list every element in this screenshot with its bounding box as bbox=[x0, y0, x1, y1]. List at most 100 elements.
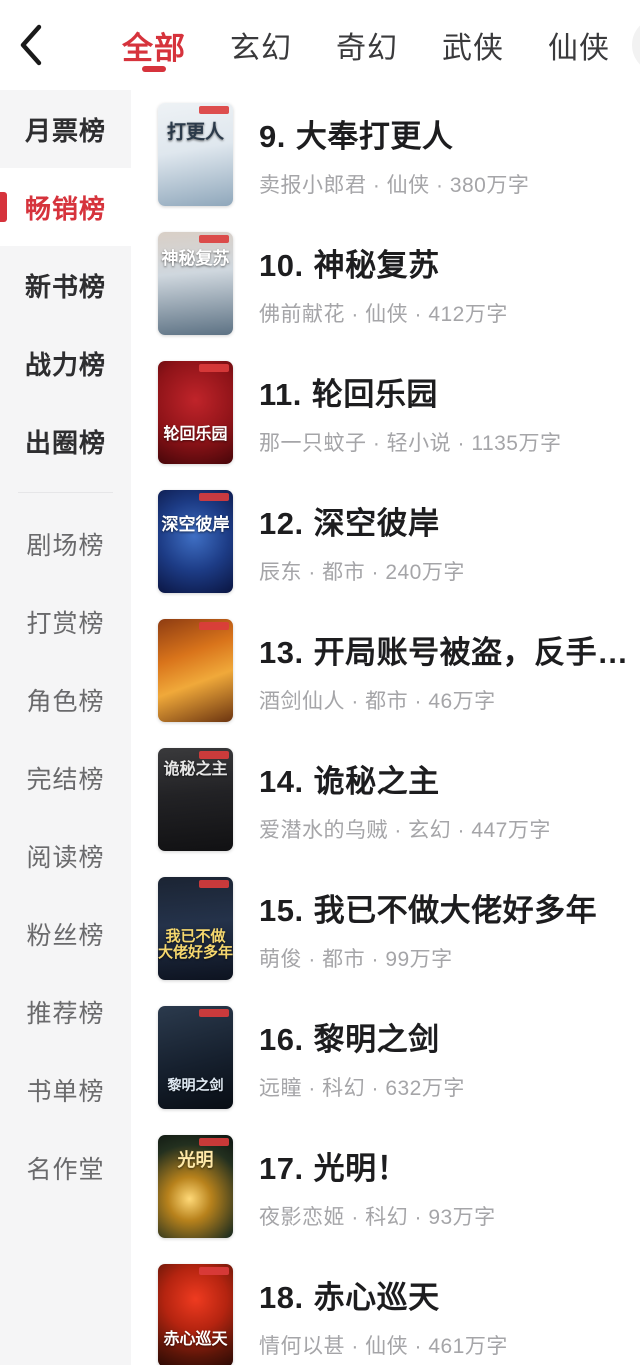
sidebar-item-label: 角色榜 bbox=[26, 682, 104, 718]
sidebar-item-label: 畅销榜 bbox=[25, 189, 106, 226]
sidebar-item-11[interactable]: 推荐榜 bbox=[0, 973, 131, 1051]
tab-label: 全部 bbox=[122, 23, 186, 68]
cover-logo-badge bbox=[199, 880, 229, 888]
cover-logo-badge bbox=[199, 1138, 229, 1146]
book-cover-image[interactable]: 赤心巡天 bbox=[158, 1264, 233, 1365]
book-cover-image[interactable]: 黎明之剑 bbox=[158, 1006, 233, 1109]
tab-label: 奇幻 bbox=[336, 23, 398, 67]
book-cover-image[interactable]: 诡秘之主 bbox=[158, 748, 233, 851]
avatar[interactable] bbox=[632, 17, 640, 73]
book-title: 14.诡秘之主 bbox=[259, 756, 630, 801]
cover-logo-badge bbox=[199, 106, 229, 114]
book-meta: 佛前献花 · 仙侠 · 412万字 bbox=[259, 298, 630, 328]
book-name: 黎明之剑 bbox=[314, 1022, 440, 1057]
book-list-item[interactable]: 轮回乐园 11.轮回乐园那一只蚊子 · 轻小说 · 1135万字 bbox=[158, 348, 640, 477]
sidebar-item-label: 出圈榜 bbox=[25, 423, 106, 460]
book-list-item[interactable]: 光明17.光明！夜影恋姬 · 科幻 · 93万字 bbox=[158, 1122, 640, 1251]
book-meta: 卖报小郎君 · 仙侠 · 380万字 bbox=[259, 169, 630, 199]
sidebar-item-8[interactable]: 完结榜 bbox=[0, 739, 131, 817]
book-name: 深空彼岸 bbox=[314, 506, 440, 541]
sidebar-item-6[interactable]: 打赏榜 bbox=[0, 583, 131, 661]
sidebar-item-1[interactable]: 畅销榜 bbox=[0, 168, 131, 246]
book-name: 光明！ bbox=[314, 1151, 409, 1186]
book-rank: 15. bbox=[259, 893, 304, 928]
book-cover-image[interactable]: 我已不做 大佬好多年 bbox=[158, 877, 233, 980]
book-meta: 萌俊 · 都市 · 99万字 bbox=[259, 943, 630, 973]
book-rank: 14. bbox=[259, 764, 304, 799]
book-list-item[interactable]: 打更人 9.大奉打更人卖报小郎君 · 仙侠 · 380万字 bbox=[158, 90, 640, 219]
sidebar-item-2[interactable]: 新书榜 bbox=[0, 246, 131, 324]
tab-all[interactable]: 全部 bbox=[100, 0, 208, 90]
book-cover-image[interactable]: 神秘复苏 bbox=[158, 232, 233, 335]
sidebar-item-5[interactable]: 剧场榜 bbox=[0, 505, 131, 583]
book-info: 9.大奉打更人卖报小郎君 · 仙侠 · 380万字 bbox=[259, 111, 640, 199]
book-title: 13.开局账号被盗，反手… bbox=[259, 627, 630, 672]
book-title: 9.大奉打更人 bbox=[259, 111, 630, 156]
cover-logo-badge bbox=[199, 751, 229, 759]
tab-qihuan[interactable]: 奇幻 bbox=[314, 0, 420, 90]
book-cover-image[interactable]: 打更人 bbox=[158, 103, 233, 206]
book-list-item[interactable]: 我已不做 大佬好多年 15.我已不做大佬好多年萌俊 · 都市 · 99万字 bbox=[158, 864, 640, 993]
book-name: 大奉打更人 bbox=[296, 119, 454, 154]
book-title: 11.轮回乐园 bbox=[259, 369, 630, 414]
book-list-item[interactable]: 深空彼岸12.深空彼岸辰东 · 都市 · 240万字 bbox=[158, 477, 640, 606]
tab-label: 玄幻 bbox=[230, 23, 292, 67]
top-navigation-bar: 全部 玄幻 奇幻 武侠 仙侠 bbox=[0, 0, 640, 90]
book-cover-image[interactable]: 深空彼岸 bbox=[158, 490, 233, 593]
sidebar-item-9[interactable]: 阅读榜 bbox=[0, 817, 131, 895]
book-info: 13.开局账号被盗，反手… 酒剑仙人 · 都市 · 46万字 bbox=[259, 627, 640, 715]
book-cover-image[interactable]: 光明 bbox=[158, 1135, 233, 1238]
book-name: 赤心巡天 bbox=[314, 1280, 440, 1315]
book-title: 18.赤心巡天 bbox=[259, 1272, 630, 1317]
tab-label: 仙侠 bbox=[548, 23, 610, 67]
chevron-left-icon bbox=[18, 23, 44, 67]
sidebar-item-13[interactable]: 名作堂 bbox=[0, 1129, 131, 1207]
book-ranking-list[interactable]: 打更人 9.大奉打更人卖报小郎君 · 仙侠 · 380万字神秘复苏 10.神秘复苏佛… bbox=[131, 90, 640, 1365]
sidebar-item-10[interactable]: 粉丝榜 bbox=[0, 895, 131, 973]
cover-logo-badge bbox=[199, 235, 229, 243]
ranking-sidebar[interactable]: 月票榜畅销榜新书榜战力榜出圈榜剧场榜打赏榜角色榜完结榜阅读榜粉丝榜推荐榜书单榜名… bbox=[0, 90, 131, 1365]
cover-logo-badge bbox=[199, 493, 229, 501]
book-meta: 夜影恋姬 · 科幻 · 93万字 bbox=[259, 1201, 630, 1231]
tab-xianxia[interactable]: 仙侠 bbox=[526, 0, 632, 90]
tab-active-indicator bbox=[142, 66, 166, 72]
tab-xuanhuan[interactable]: 玄幻 bbox=[208, 0, 314, 90]
book-meta: 辰东 · 都市 · 240万字 bbox=[259, 556, 630, 586]
book-meta: 情何以甚 · 仙侠 · 461万字 bbox=[259, 1330, 630, 1360]
cover-title-text: 黎明之剑 bbox=[158, 1078, 233, 1093]
sidebar-item-label: 月票榜 bbox=[25, 111, 106, 148]
book-rank: 13. bbox=[259, 635, 304, 670]
cover-title-text: 我已不做 大佬好多年 bbox=[158, 929, 233, 961]
book-info: 12.深空彼岸辰东 · 都市 · 240万字 bbox=[259, 498, 640, 586]
book-title: 15.我已不做大佬好多年 bbox=[259, 885, 630, 930]
tab-wuxia[interactable]: 武侠 bbox=[420, 0, 526, 90]
sidebar-item-7[interactable]: 角色榜 bbox=[0, 661, 131, 739]
cover-logo-badge bbox=[199, 622, 229, 630]
book-info: 18.赤心巡天情何以甚 · 仙侠 · 461万字 bbox=[259, 1272, 640, 1360]
book-rank: 10. bbox=[259, 248, 304, 283]
book-info: 14.诡秘之主爱潜水的乌贼 · 玄幻 · 447万字 bbox=[259, 756, 640, 844]
sidebar-item-label: 推荐榜 bbox=[26, 994, 104, 1030]
book-rank: 16. bbox=[259, 1022, 304, 1057]
book-list-item[interactable]: 赤心巡天18.赤心巡天情何以甚 · 仙侠 · 461万字 bbox=[158, 1251, 640, 1365]
sidebar-item-label: 新书榜 bbox=[25, 267, 106, 304]
sidebar-item-4[interactable]: 出圈榜 bbox=[0, 402, 131, 480]
sidebar-item-0[interactable]: 月票榜 bbox=[0, 90, 131, 168]
back-button[interactable] bbox=[0, 0, 62, 90]
sidebar-item-label: 剧场榜 bbox=[26, 526, 104, 562]
sidebar-item-12[interactable]: 书单榜 bbox=[0, 1051, 131, 1129]
book-cover-image[interactable] bbox=[158, 619, 233, 722]
book-info: 11.轮回乐园那一只蚊子 · 轻小说 · 1135万字 bbox=[259, 369, 640, 457]
cover-title-text: 深空彼岸 bbox=[158, 516, 233, 534]
book-title: 10.神秘复苏 bbox=[259, 240, 630, 285]
book-list-item[interactable]: 神秘复苏 10.神秘复苏佛前献花 · 仙侠 · 412万字 bbox=[158, 219, 640, 348]
book-cover-image[interactable]: 轮回乐园 bbox=[158, 361, 233, 464]
book-list-item[interactable]: 黎明之剑16.黎明之剑远瞳 · 科幻 · 632万字 bbox=[158, 993, 640, 1122]
book-list-item[interactable]: 诡秘之主 14.诡秘之主爱潜水的乌贼 · 玄幻 · 447万字 bbox=[158, 735, 640, 864]
book-list-item[interactable]: 13.开局账号被盗，反手… 酒剑仙人 · 都市 · 46万字 bbox=[158, 606, 640, 735]
sidebar-item-label: 阅读榜 bbox=[26, 838, 104, 874]
cover-title-text: 神秘复苏 bbox=[158, 250, 233, 268]
sidebar-item-3[interactable]: 战力榜 bbox=[0, 324, 131, 402]
book-meta: 酒剑仙人 · 都市 · 46万字 bbox=[259, 685, 630, 715]
cover-title-text: 轮回乐园 bbox=[158, 427, 233, 444]
